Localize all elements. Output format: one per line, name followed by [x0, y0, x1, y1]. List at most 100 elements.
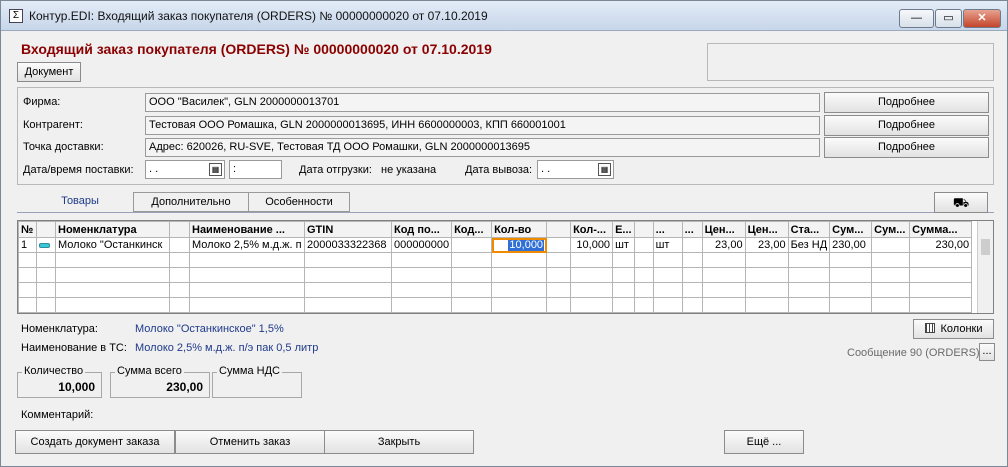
calendar-icon[interactable]: ▦ [209, 163, 222, 176]
column-header[interactable]: № [18, 221, 37, 238]
more-actions-button[interactable]: Ещё ... [724, 430, 804, 454]
delivery-truck-button[interactable]: ⛟ [934, 192, 988, 213]
table-cell[interactable] [681, 237, 703, 253]
column-header[interactable]: Ста... [787, 221, 831, 238]
status-marker-icon [39, 242, 50, 248]
quantity-total-box: Количество 10,000 [17, 365, 102, 398]
table-cell[interactable] [36, 237, 56, 253]
app-icon: Σ [9, 9, 23, 23]
columns-button[interactable]: Колонки [913, 319, 994, 339]
title-bar[interactable]: Σ Контур.EDI: Входящий заказ покупателя … [1, 1, 1007, 31]
table-row[interactable] [18, 282, 973, 298]
main-window: Σ Контур.EDI: Входящий заказ покупателя … [0, 0, 1008, 467]
document-button[interactable]: Документ [17, 62, 81, 82]
message-label: Сообщение 90 (ORDERS) [847, 347, 980, 359]
counterparty-field[interactable]: Тестовая ООО Ромашка, GLN 2000000013695,… [145, 116, 820, 135]
calendar-icon[interactable]: ▦ [598, 163, 611, 176]
column-header[interactable]: Сумма... [909, 221, 973, 238]
shipment-date-value: не указана [381, 164, 437, 176]
table-cell[interactable]: 000000000 [390, 237, 453, 253]
table-cell[interactable] [871, 237, 911, 253]
window-title: Контур.EDI: Входящий заказ покупателя (O… [29, 9, 488, 23]
column-header[interactable]: Наименование ... [189, 221, 305, 238]
tab-features[interactable]: Особенности [248, 192, 350, 212]
ts-name-label: Наименование в ТС: [21, 342, 127, 354]
firm-field[interactable]: ООО "Василек", GLN 2000000013701 [145, 93, 820, 112]
table-cell[interactable]: 1 [18, 237, 37, 253]
maximize-button[interactable]: ▭ [935, 9, 962, 28]
table-cell[interactable]: 230,00 [909, 237, 973, 253]
delivery-point-field[interactable]: Адрес: 620026, RU-SVE, Тестовая ТД ООО Р… [145, 138, 820, 157]
table-cell[interactable]: шт [652, 237, 683, 253]
column-header[interactable]: ... [681, 221, 703, 238]
quantity-cell-value: 10,000 [508, 239, 545, 251]
column-header[interactable] [169, 221, 190, 238]
goods-table[interactable]: № Номенклатура Наименование ... GTIN Код… [17, 220, 994, 314]
column-header[interactable]: ... [652, 221, 683, 238]
column-header[interactable] [36, 221, 56, 238]
column-header[interactable] [546, 221, 572, 238]
table-cell[interactable]: 10,000 [570, 237, 614, 253]
goods-grid: № Номенклатура Наименование ... GTIN Код… [18, 221, 973, 313]
table-row[interactable]: 1 Молоко "Останкинск Молоко 2,5% м.д.ж. … [18, 237, 973, 253]
column-header[interactable]: GTIN [304, 221, 392, 238]
vat-total-box: Сумма НДС [212, 365, 302, 398]
quantity-total-label: Количество [22, 365, 86, 377]
create-order-button[interactable]: Создать документ заказа [15, 430, 175, 454]
column-header[interactable]: Код... [451, 221, 493, 238]
table-cell[interactable] [451, 237, 493, 253]
table-cell[interactable]: Молоко 2,5% м.д.ж. п [189, 237, 305, 253]
column-header[interactable]: Код по... [390, 221, 453, 238]
sum-total-label: Сумма всего [115, 365, 184, 377]
column-header[interactable]: Кол-... [570, 221, 614, 238]
column-header[interactable]: Сум... [871, 221, 911, 238]
vertical-scrollbar[interactable] [977, 221, 993, 313]
table-cell[interactable]: 2000033322368 [304, 237, 392, 253]
delivery-point-more-button[interactable]: Подробнее [824, 137, 989, 158]
table-cell[interactable]: Молоко "Останкинск [55, 237, 170, 253]
table-cell[interactable]: 23,00 [744, 237, 789, 253]
nomenclature-label: Номенклатура: [21, 323, 98, 335]
firm-label: Фирма: [23, 96, 61, 108]
pickup-date-label: Дата вывоза: [465, 164, 533, 176]
table-cell[interactable] [169, 237, 190, 253]
sum-total-box: Сумма всего 230,00 [110, 365, 210, 398]
table-cell[interactable]: 23,00 [701, 237, 746, 253]
minimize-button[interactable]: — [899, 9, 934, 28]
column-header[interactable]: Номенклатура [55, 221, 170, 238]
table-cell[interactable] [633, 237, 654, 253]
column-header[interactable]: Кол-во [491, 221, 548, 238]
columns-icon [924, 323, 935, 333]
table-row[interactable] [18, 267, 973, 283]
tab-additional[interactable]: Дополнительно [133, 192, 249, 212]
quantity-cell[interactable]: 10,000 [491, 237, 548, 253]
table-cell[interactable]: Без НД [787, 237, 831, 253]
columns-button-label: Колонки [940, 323, 983, 335]
firm-more-button[interactable]: Подробнее [824, 92, 989, 113]
column-header[interactable] [633, 221, 654, 238]
counterparty-label: Контрагент: [23, 119, 83, 131]
scroll-thumb[interactable] [981, 239, 990, 255]
close-button[interactable]: Закрыть [324, 430, 474, 454]
table-row[interactable] [18, 252, 973, 268]
table-cell[interactable] [546, 237, 572, 253]
column-header[interactable]: Е... [612, 221, 635, 238]
delivery-time-field[interactable]: : [229, 160, 282, 179]
column-header[interactable]: Цен... [744, 221, 789, 238]
tab-goods[interactable]: Товары [41, 192, 119, 212]
status-panel [707, 43, 994, 81]
close-window-button[interactable]: ✕ [963, 9, 1001, 28]
sum-total-value: 230,00 [166, 380, 203, 394]
delivery-datetime-label: Дата/время поставки: [23, 164, 134, 176]
table-cell[interactable]: шт [612, 237, 635, 253]
table-row[interactable] [18, 297, 973, 313]
delivery-point-label: Точка доставки: [23, 141, 104, 153]
cancel-order-button[interactable]: Отменить заказ [175, 430, 325, 454]
counterparty-more-button[interactable]: Подробнее [824, 115, 989, 136]
message-more-button[interactable]: ... [979, 343, 995, 361]
table-cell[interactable]: 230,00 [829, 237, 873, 253]
quantity-total-value: 10,000 [58, 380, 95, 394]
column-header[interactable]: Сум... [829, 221, 873, 238]
page-title: Входящий заказ покупателя (ORDERS) № 000… [21, 41, 492, 57]
column-header[interactable]: Цен... [701, 221, 746, 238]
